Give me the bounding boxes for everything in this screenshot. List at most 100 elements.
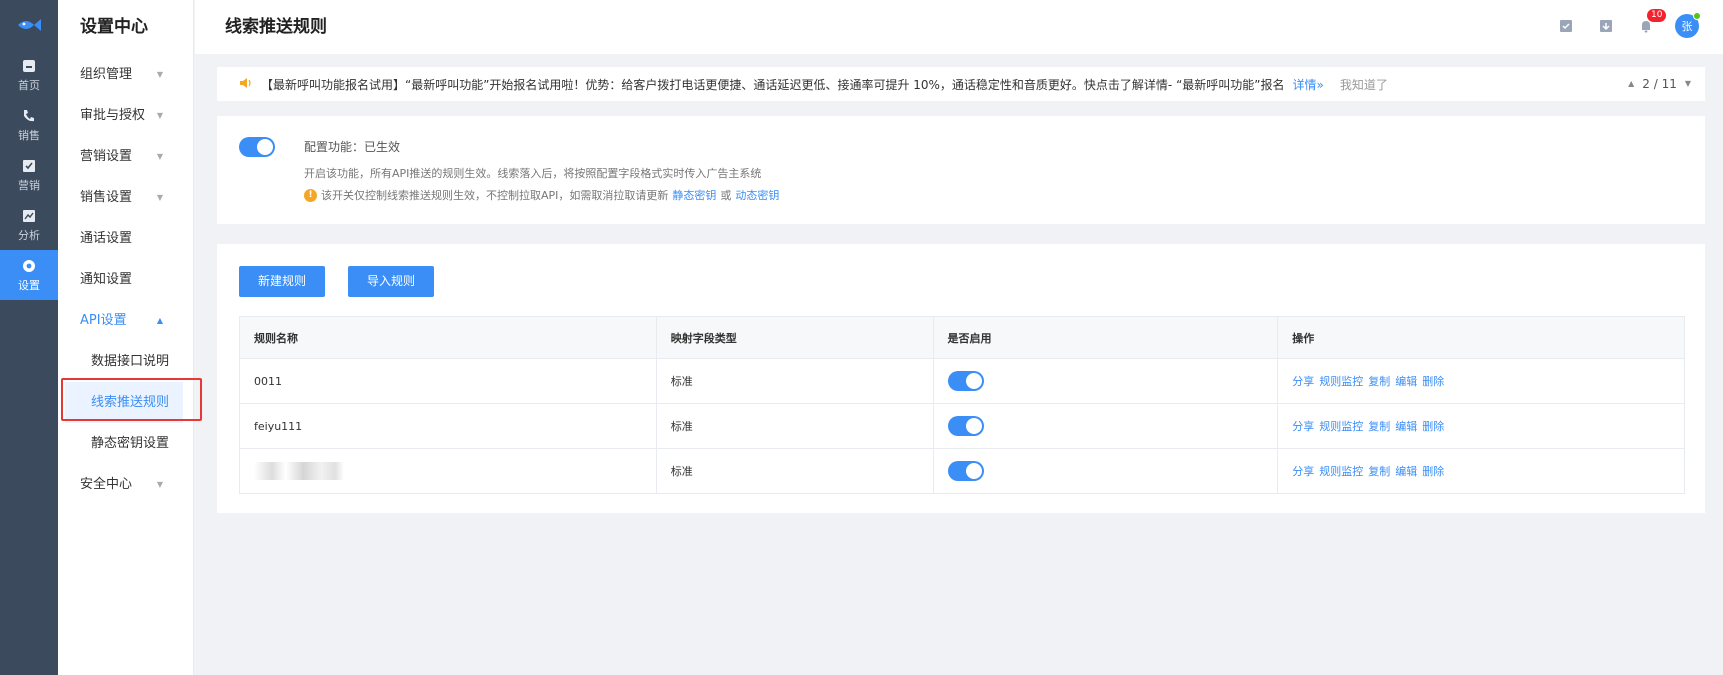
menu-item-label: 组织管理 (80, 67, 133, 82)
avatar[interactable]: 张 (1675, 12, 1701, 38)
details-link[interactable]: 详情» (1293, 76, 1324, 93)
settings-icon (20, 257, 38, 275)
menu-item-label: 销售设置 (80, 190, 133, 205)
monitor-link[interactable]: 规则监控 (1319, 465, 1363, 478)
feature-toggle[interactable] (239, 137, 275, 157)
rule-enabled-cell (932, 403, 1279, 449)
menu-item-notify[interactable]: 通知设置 (58, 259, 193, 300)
chevron-up-icon: ▲ (156, 316, 163, 325)
config-status: 配置功能：已生效 (304, 140, 401, 154)
static-key-link[interactable]: 静态密钥 (672, 187, 716, 203)
task-icon[interactable] (1555, 15, 1577, 37)
rail-item-home[interactable]: 首页 (0, 50, 58, 100)
rule-enabled-toggle[interactable] (947, 371, 984, 391)
monitor-link[interactable]: 规则监控 (1319, 420, 1363, 433)
menu-item-label: API设置 (80, 313, 127, 328)
header-tools: 10 张 (1555, 9, 1701, 38)
menu-item-sales[interactable]: 销售设置 ▼ (58, 177, 193, 218)
col-header-enabled: 是否启用 (932, 316, 1279, 359)
new-rule-button[interactable]: 新建规则 (239, 266, 326, 297)
menu-title: 设置中心 (80, 17, 148, 37)
dynamic-key-link[interactable]: 动态密钥 (735, 187, 779, 203)
chart-icon (20, 207, 38, 225)
rule-enabled-cell (932, 358, 1279, 404)
rules-table: 规则名称 映射字段类型 是否启用 操作 0011 标准 分享 规则监控 复制 编辑 删除… (239, 316, 1685, 494)
menu-item-label: 安全中心 (80, 477, 133, 492)
top-header: 线索推送规则 10 张 (195, 0, 1723, 54)
rule-type: 标准 (655, 448, 934, 494)
rail-item-settings[interactable]: 设置 (0, 250, 58, 300)
rules-card: 新建规则 导入规则 规则名称 映射字段类型 是否启用 操作 0011 标准 分享… (217, 244, 1705, 513)
col-header-type: 映射字段类型 (655, 316, 934, 359)
copy-link[interactable]: 复制 (1368, 465, 1390, 478)
rule-actions: 分享 规则监控 复制 编辑 删除 (1277, 448, 1685, 494)
marketing-icon (20, 157, 38, 175)
menu-item-security[interactable]: 安全中心 ▼ (58, 464, 193, 505)
monitor-link[interactable]: 规则监控 (1319, 375, 1363, 388)
phone-icon (20, 107, 38, 125)
home-icon (20, 57, 38, 75)
chevron-down-icon: ▼ (156, 193, 163, 202)
share-link[interactable]: 分享 (1292, 465, 1314, 478)
table-row: feiyu111 标准 分享 规则监控 复制 编辑 删除 (239, 403, 1685, 449)
rail-item-label: 营销 (18, 179, 40, 192)
menu-item-label: 通话设置 (80, 231, 133, 246)
rule-name: feiyu111 (239, 403, 657, 449)
config-card: 配置功能：已生效 开启该功能，所有API推送的规则生效。线索落入后，将按照配置字… (217, 116, 1705, 224)
copy-link[interactable]: 复制 (1368, 375, 1390, 388)
rail-item-sales[interactable]: 销售 (0, 100, 58, 150)
delete-link[interactable]: 删除 (1422, 375, 1444, 388)
redacted-text (254, 462, 344, 480)
share-link[interactable]: 分享 (1292, 420, 1314, 433)
announcement-pager: ▲ 2 / 11 ▼ (1628, 67, 1691, 101)
menu-item-label: 通知设置 (80, 272, 133, 287)
app-logo[interactable] (0, 0, 58, 50)
chevron-down-icon: ▼ (156, 70, 163, 79)
dismiss-link[interactable]: 我知道了 (1340, 76, 1388, 93)
menu-item-org[interactable]: 组织管理 ▼ (58, 54, 193, 95)
bell-icon[interactable]: 10 (1635, 9, 1667, 37)
rule-type: 标准 (655, 358, 934, 404)
submenu-item-api-doc[interactable]: 数据接口说明 (58, 341, 193, 382)
rail-item-label: 分析 (18, 229, 40, 242)
avatar-text: 张 (1681, 20, 1693, 33)
rule-actions: 分享 规则监控 复制 编辑 删除 (1277, 403, 1685, 449)
col-header-name: 规则名称 (239, 316, 657, 359)
rail-item-marketing[interactable]: 营销 (0, 150, 58, 200)
online-status-dot (1693, 12, 1701, 20)
delete-link[interactable]: 删除 (1422, 465, 1444, 478)
main-nav-rail: 首页 销售 营销 分析 设置 (0, 0, 58, 675)
rule-name: 0011 (239, 358, 657, 404)
rail-item-label: 销售 (18, 129, 40, 142)
or-text: 或 (720, 189, 732, 202)
rule-enabled-toggle[interactable] (947, 461, 984, 481)
warning-icon: ! (304, 188, 317, 202)
rule-enabled-toggle[interactable] (947, 416, 984, 436)
announcement-bar: 【最新呼叫功能报名试用】“最新呼叫功能”开始报名试用啦！优势：给客户拨打电话更便… (217, 67, 1705, 101)
rail-item-analysis[interactable]: 分析 (0, 200, 58, 250)
prev-arrow-icon[interactable]: ▲ (1628, 67, 1634, 101)
delete-link[interactable]: 删除 (1422, 420, 1444, 433)
col-header-actions: 操作 (1277, 316, 1685, 359)
download-icon[interactable] (1595, 15, 1617, 37)
edit-link[interactable]: 编辑 (1395, 375, 1417, 388)
copy-link[interactable]: 复制 (1368, 420, 1390, 433)
pager-text: 2 / 11 (1642, 77, 1677, 91)
edit-link[interactable]: 编辑 (1395, 420, 1417, 433)
share-link[interactable]: 分享 (1292, 375, 1314, 388)
menu-item-call[interactable]: 通话设置 (58, 218, 193, 259)
submenu-item-static-key[interactable]: 静态密钥设置 (58, 423, 193, 464)
chevron-down-icon: ▼ (156, 152, 163, 161)
announcement-text: 【最新呼叫功能报名试用】“最新呼叫功能”开始报名试用啦！优势：给客户拨打电话更便… (261, 77, 1285, 92)
edit-link[interactable]: 编辑 (1395, 465, 1417, 478)
table-row: 0011 标准 分享 规则监控 复制 编辑 删除 (239, 358, 1685, 404)
menu-item-approval[interactable]: 审批与授权 ▼ (58, 95, 193, 136)
page-title: 线索推送规则 (225, 17, 327, 37)
import-rule-button[interactable]: 导入规则 (348, 266, 435, 297)
rail-item-label: 设置 (18, 279, 40, 292)
menu-item-api[interactable]: API设置 ▲ (58, 300, 193, 341)
menu-item-marketing[interactable]: 营销设置 ▼ (58, 136, 193, 177)
table-header-row: 规则名称 映射字段类型 是否启用 操作 (239, 316, 1685, 359)
rule-actions: 分享 规则监控 复制 编辑 删除 (1277, 358, 1685, 404)
next-arrow-icon[interactable]: ▼ (1685, 67, 1691, 101)
